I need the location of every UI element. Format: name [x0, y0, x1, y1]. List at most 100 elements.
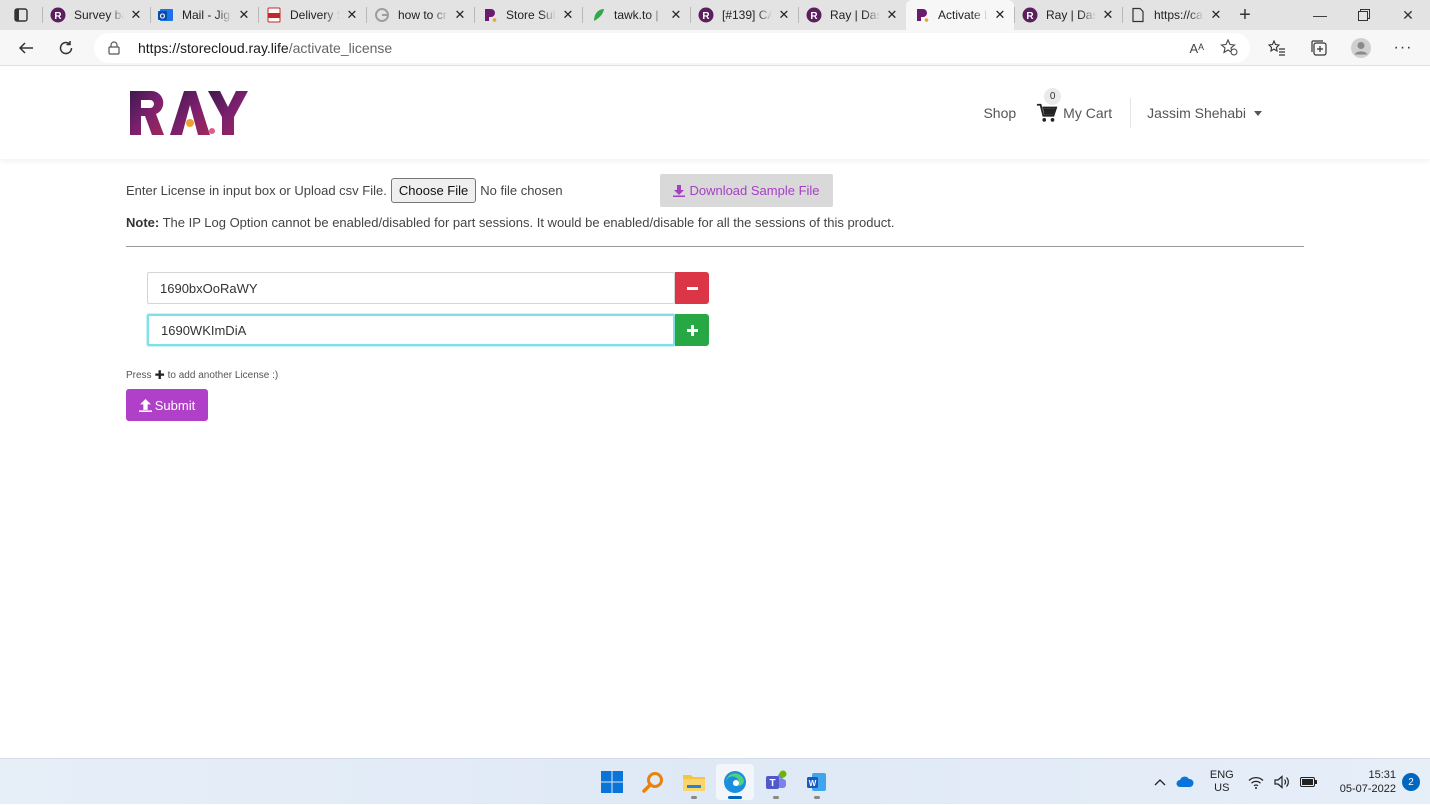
read-aloud-icon[interactable]: Aᴬ	[1189, 41, 1204, 56]
close-tab-icon[interactable]: ✕	[452, 7, 468, 23]
profile-avatar-icon[interactable]	[1342, 32, 1380, 64]
user-menu[interactable]: Jassim Shehabi	[1147, 105, 1262, 121]
nav-divider	[1130, 98, 1132, 128]
restore-icon[interactable]	[1342, 0, 1386, 30]
browser-tab[interactable]: how to cr ✕	[366, 0, 474, 30]
close-tab-icon[interactable]: ✕	[128, 7, 144, 23]
refresh-icon[interactable]	[46, 32, 86, 64]
windows-taskbar: T W ENG US 15:31 05-07-2022 2	[0, 758, 1430, 804]
download-icon	[673, 184, 686, 197]
add-license-hint: Press ✚ to add another License :)	[126, 368, 279, 382]
close-tab-icon[interactable]: ✕	[776, 7, 792, 23]
plus-icon	[686, 324, 698, 336]
minimize-icon[interactable]: —	[1298, 0, 1342, 30]
caret-down-icon	[1254, 110, 1262, 116]
browser-tab[interactable]: R [#139] CA ✕	[690, 0, 798, 30]
outlook-icon: O	[158, 7, 174, 23]
onedrive-cloud-icon[interactable]	[1176, 776, 1194, 788]
browser-tab[interactable]: Store Sub ✕	[474, 0, 582, 30]
license-row: 1690bxOoRaWY	[147, 271, 709, 305]
remove-license-button[interactable]	[675, 272, 709, 304]
file-explorer-icon[interactable]	[675, 764, 713, 800]
svg-text:R: R	[54, 11, 62, 22]
close-tab-icon[interactable]: ✕	[1100, 7, 1116, 23]
choose-file-button[interactable]: Choose File	[390, 177, 477, 203]
svg-text:W: W	[809, 779, 817, 788]
show-hidden-icons-icon[interactable]	[1154, 778, 1166, 786]
window-controls: — ✕	[1298, 0, 1430, 30]
section-divider	[126, 246, 1304, 247]
browser-tab[interactable]: R Ray | Das ✕	[1014, 0, 1122, 30]
teams-icon[interactable]: T	[757, 764, 795, 800]
address-bar[interactable]: https://storecloud.ray.life/activate_lic…	[94, 33, 1250, 63]
svg-text:T: T	[769, 778, 775, 789]
volume-icon[interactable]	[1274, 775, 1290, 789]
edge-icon[interactable]	[716, 764, 754, 800]
close-tab-icon[interactable]: ✕	[884, 7, 900, 23]
my-cart-link[interactable]: 0 My Cart	[1036, 88, 1113, 124]
browser-toolbar: https://storecloud.ray.life/activate_lic…	[0, 30, 1430, 66]
clock[interactable]: 15:31 05-07-2022	[1340, 768, 1396, 796]
close-tab-icon[interactable]: ✕	[992, 7, 1008, 23]
windows-start-icon[interactable]	[593, 764, 631, 800]
collections-icon[interactable]	[1300, 32, 1338, 64]
ip-log-note: Note: The IP Log Option cannot be enable…	[126, 215, 895, 230]
wifi-icon[interactable]	[1248, 776, 1264, 789]
ray-r-icon	[482, 7, 498, 23]
close-tab-icon[interactable]: ✕	[668, 7, 684, 23]
search-icon[interactable]	[634, 764, 672, 800]
language-indicator[interactable]: ENG US	[1210, 769, 1234, 795]
browser-tab[interactable]: R Ray | Das ✕	[798, 0, 906, 30]
close-tab-icon[interactable]: ✕	[1208, 7, 1224, 23]
browser-tab-strip: R Survey ba ✕ O Mail - Jig ✕ Delivery S …	[0, 0, 1430, 30]
tab-actions-icon[interactable]	[0, 0, 42, 30]
url-path: /activate_license	[288, 40, 393, 56]
lock-icon[interactable]	[108, 41, 138, 55]
user-name: Jassim Shehabi	[1147, 105, 1246, 121]
activate-license-form: Enter License in input box or Upload csv…	[126, 174, 1304, 421]
svg-text:O: O	[160, 14, 166, 21]
new-tab-icon[interactable]: +	[1230, 0, 1260, 30]
browser-tab[interactable]: O Mail - Jig ✕	[150, 0, 258, 30]
browser-tab[interactable]: Delivery S ✕	[258, 0, 366, 30]
close-tab-icon[interactable]: ✕	[236, 7, 252, 23]
plus-icon: ✚	[154, 368, 165, 382]
license-input[interactable]: 1690bxOoRaWY	[147, 272, 675, 304]
upload-prompt: Enter License in input box or Upload csv…	[126, 182, 387, 198]
close-tab-icon[interactable]: ✕	[344, 7, 360, 23]
browser-tab[interactable]: https://ca ✕	[1122, 0, 1230, 30]
submit-button[interactable]: Submit	[126, 389, 208, 421]
browser-tab[interactable]: R Survey ba ✕	[42, 0, 150, 30]
notification-badge[interactable]: 2	[1402, 773, 1420, 791]
no-file-chosen-label: No file chosen	[480, 182, 563, 198]
shopping-cart-icon	[1037, 103, 1058, 122]
minus-icon	[686, 286, 698, 290]
ray-r-icon	[914, 7, 930, 23]
ray-icon: R	[1022, 7, 1038, 23]
shop-link[interactable]: Shop	[983, 105, 1016, 121]
tawk-icon	[590, 7, 606, 23]
svg-text:R: R	[810, 11, 818, 22]
site-header: Shop 0 My Cart Jassim Shehabi	[0, 67, 1430, 159]
ray-icon: R	[50, 7, 66, 23]
ray-icon: R	[806, 7, 822, 23]
url-host: https://storecloud.ray.life	[138, 40, 289, 56]
cart-label: My Cart	[1063, 105, 1113, 121]
add-favorite-icon[interactable]	[1220, 38, 1238, 59]
battery-icon[interactable]	[1299, 777, 1318, 787]
download-sample-file-button[interactable]: Download Sample File	[660, 174, 833, 207]
close-tab-icon[interactable]: ✕	[560, 7, 576, 23]
favorites-icon[interactable]	[1258, 32, 1296, 64]
browser-tab[interactable]: tawk.to | ✕	[582, 0, 690, 30]
browser-tab-active[interactable]: Activate L ✕	[906, 0, 1014, 30]
close-window-icon[interactable]: ✕	[1386, 0, 1430, 30]
license-input-focused[interactable]: 1690WKImDiA	[147, 314, 675, 346]
more-options-icon[interactable]: ···	[1384, 32, 1422, 64]
add-license-button[interactable]	[675, 314, 709, 346]
back-arrow-icon[interactable]	[6, 32, 46, 64]
word-icon[interactable]: W	[798, 764, 836, 800]
page-icon	[1130, 7, 1146, 23]
ray-logo[interactable]	[128, 87, 250, 141]
cart-count-badge: 0	[1044, 88, 1062, 105]
svg-text:R: R	[702, 11, 710, 22]
